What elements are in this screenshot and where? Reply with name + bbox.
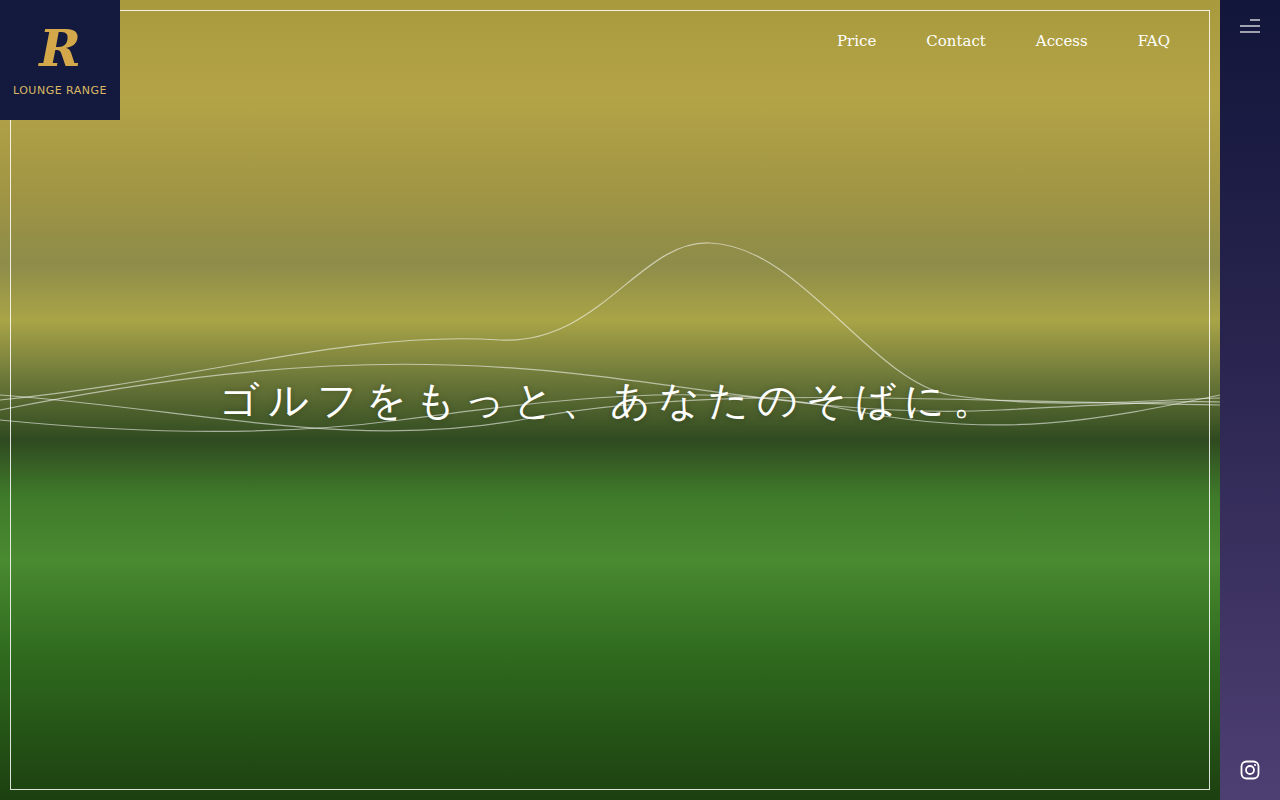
hero-copy: ゴルフをもっと、あなたのそばに。 (0, 120, 1220, 800)
hero-headline: ゴルフをもっと、あなたのそばに。 (219, 373, 1001, 428)
nav-item[interactable]: Access (1036, 32, 1088, 50)
logo-name: LOUNGE RANGE (13, 84, 107, 97)
nav-item[interactable]: Price (837, 32, 876, 50)
side-bar (1220, 0, 1280, 800)
main-nav: Price Contact Access FAQ (837, 0, 1220, 50)
menu-icon[interactable] (1238, 16, 1262, 36)
instagram-icon[interactable] (1240, 760, 1260, 780)
site-header: R LOUNGE RANGE Price Contact Access FAQ (0, 0, 1220, 120)
logo-mark: R (39, 24, 81, 74)
nav-item[interactable]: FAQ (1138, 32, 1170, 50)
nav-item[interactable]: Contact (926, 32, 986, 50)
site-logo[interactable]: R LOUNGE RANGE (0, 0, 120, 120)
hero-section: R LOUNGE RANGE Price Contact Access FAQ ゴルフをもっ… (0, 0, 1220, 800)
